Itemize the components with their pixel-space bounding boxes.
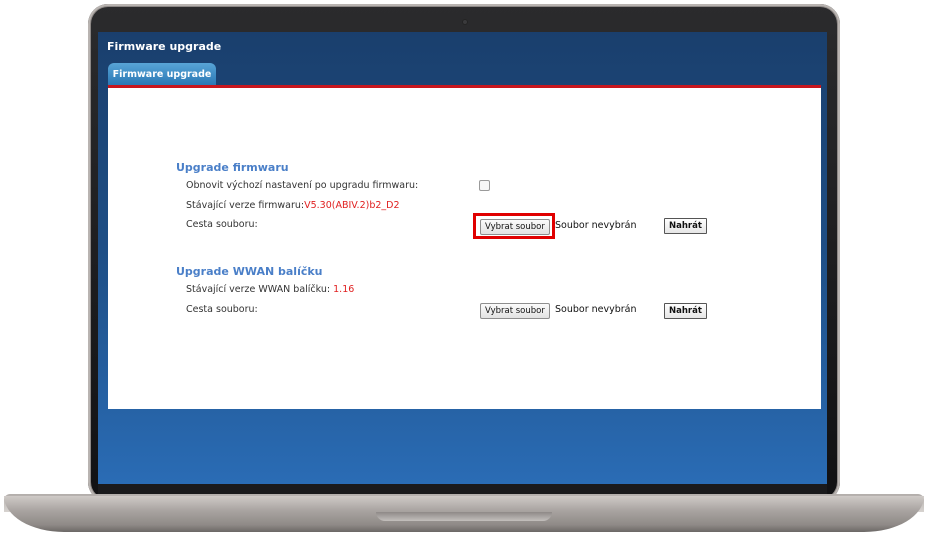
wwan-version-label: Stávající verze WWAN balíčku: — [186, 284, 331, 295]
wwan-section-title: Upgrade WWAN balíčku — [176, 265, 323, 278]
firmware-choose-file-button[interactable]: Vybrat soubor — [480, 219, 550, 235]
firmware-version-row: Stávající verze firmwaru:V5.30(ABIV.2)b2… — [186, 200, 400, 211]
wwan-version-value: 1.16 — [333, 284, 355, 295]
reset-defaults-label: Obnovit výchozí nastavení po upgradu fir… — [186, 180, 419, 191]
reset-defaults-checkbox[interactable] — [479, 180, 490, 191]
wwan-file-status: Soubor nevybrán — [555, 304, 637, 315]
wwan-version-row: Stávající verze WWAN balíčku: 1.16 — [186, 284, 354, 295]
firmware-section-title: Upgrade firmwaru — [176, 161, 289, 174]
wwan-choose-file-button[interactable]: Vybrat soubor — [480, 303, 550, 319]
tab-firmware-upgrade[interactable]: Firmware upgrade — [108, 63, 216, 85]
screen: Firmware upgrade Firmware upgrade Upgrad… — [98, 32, 827, 484]
content-panel: Upgrade firmwaru Obnovit výchozí nastave… — [108, 88, 821, 409]
page-title: Firmware upgrade — [107, 40, 222, 53]
firmware-upload-button[interactable]: Nahrát — [664, 218, 707, 234]
screen-bezel — [98, 484, 827, 494]
laptop-notch — [376, 512, 552, 521]
firmware-file-path-label: Cesta souboru: — [186, 219, 258, 230]
camera-icon — [462, 19, 468, 25]
wwan-file-path-label: Cesta souboru: — [186, 304, 258, 315]
wwan-upload-button[interactable]: Nahrát — [664, 303, 707, 319]
firmware-file-status: Soubor nevybrán — [555, 220, 637, 231]
firmware-version-value: V5.30(ABIV.2)b2_D2 — [304, 200, 400, 211]
tab-label: Firmware upgrade — [112, 68, 212, 80]
firmware-version-label: Stávající verze firmwaru: — [186, 200, 305, 211]
